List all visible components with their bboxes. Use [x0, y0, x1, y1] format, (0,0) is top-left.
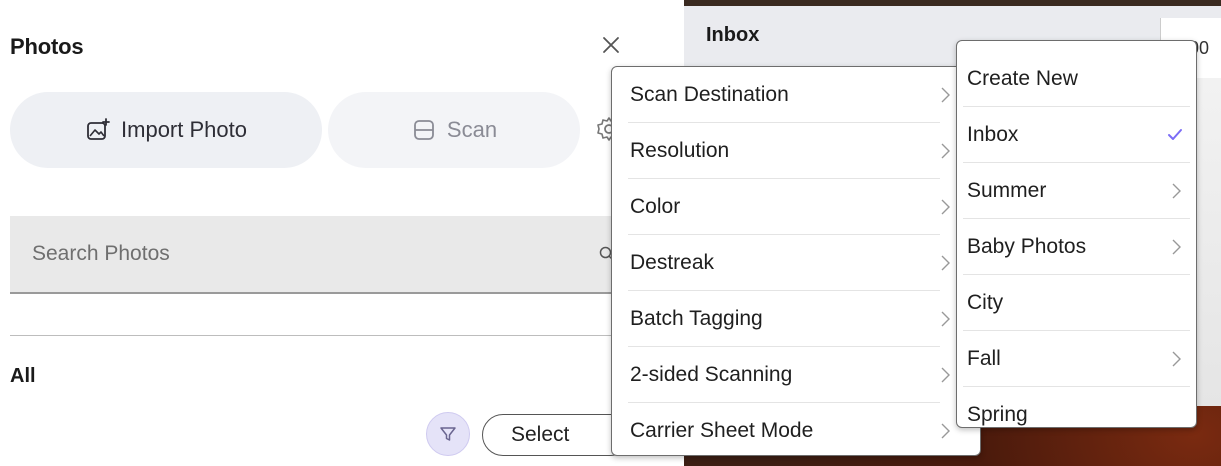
chevron-right-icon [1172, 183, 1181, 199]
panel-title: Photos [10, 34, 84, 59]
menu-item-label: Color [630, 195, 681, 218]
menu-item-scan-destination[interactable]: Scan Destination [612, 67, 980, 123]
submenu-item-create-new[interactable]: Create New [957, 51, 1196, 107]
menu-item-2-sided-scanning[interactable]: 2-sided Scanning [612, 347, 980, 403]
chevron-right-icon [941, 199, 950, 215]
menu-item-destreak[interactable]: Destreak [612, 235, 980, 291]
chevron-right-icon [1172, 239, 1181, 255]
checkmark-icon [1168, 129, 1182, 140]
scan-options-menu: Scan Destination Resolution Color Destre… [611, 66, 981, 456]
search-placeholder: Search Photos [32, 242, 170, 265]
menu-item-carrier-sheet-mode[interactable]: Carrier Sheet Mode [612, 403, 980, 459]
menu-item-label: Carrier Sheet Mode [630, 419, 814, 442]
import-photo-button[interactable]: Import Photo [10, 92, 322, 168]
close-icon [603, 37, 619, 53]
submenu-item-label: Spring [967, 403, 1028, 426]
menu-item-label: Batch Tagging [630, 307, 763, 330]
import-photo-icon [87, 118, 110, 140]
scan-button[interactable]: Scan [328, 92, 580, 168]
scan-destination-submenu: Create New Inbox Summer Baby Photos City… [956, 40, 1197, 428]
search-input[interactable]: Search Photos [10, 216, 620, 294]
submenu-item-spring[interactable]: Spring [957, 387, 1196, 427]
submenu-item-label: Baby Photos [967, 235, 1087, 258]
menu-item-label: Scan Destination [630, 83, 789, 106]
chevron-right-icon [941, 143, 950, 159]
photo-preview-edge [1196, 76, 1221, 406]
menu-item-batch-tagging[interactable]: Batch Tagging [612, 291, 980, 347]
submenu-item-baby-photos[interactable]: Baby Photos [957, 219, 1196, 275]
submenu-item-label: Fall [967, 347, 1001, 370]
submenu-item-city[interactable]: City [957, 275, 1196, 331]
photos-panel: Photos Import Photo Scan Search Photos A [0, 0, 640, 466]
menu-item-resolution[interactable]: Resolution [612, 123, 980, 179]
filter-button[interactable] [426, 412, 470, 456]
submenu-item-inbox[interactable]: Inbox [957, 107, 1196, 163]
chevron-right-icon [941, 87, 950, 103]
close-button[interactable] [598, 32, 624, 58]
menu-item-label: 2-sided Scanning [630, 363, 793, 386]
chevron-right-icon [1172, 351, 1181, 367]
select-label: Select [511, 423, 570, 446]
chevron-right-icon [941, 423, 950, 439]
chevron-right-icon [941, 367, 950, 383]
select-button[interactable]: Select [482, 414, 632, 456]
submenu-item-fall[interactable]: Fall [957, 331, 1196, 387]
chevron-right-icon [941, 311, 950, 327]
divider [10, 335, 620, 336]
submenu-item-label: City [967, 291, 1004, 314]
chevron-right-icon [941, 255, 950, 271]
submenu-item-summer[interactable]: Summer [957, 163, 1196, 219]
scan-label: Scan [446, 117, 498, 142]
menu-item-color[interactable]: Color [612, 179, 980, 235]
menu-item-label: Destreak [630, 251, 715, 274]
all-section-title: All [10, 365, 36, 387]
filter-icon [440, 427, 456, 441]
menu-item-label: Resolution [630, 139, 730, 162]
submenu-item-label: Inbox [967, 123, 1019, 146]
submenu-item-label: Summer [967, 179, 1047, 202]
import-photo-label: Import Photo [121, 117, 247, 142]
scan-icon [414, 120, 434, 140]
submenu-item-label: Create New [967, 67, 1078, 90]
inbox-title: Inbox [706, 24, 760, 46]
